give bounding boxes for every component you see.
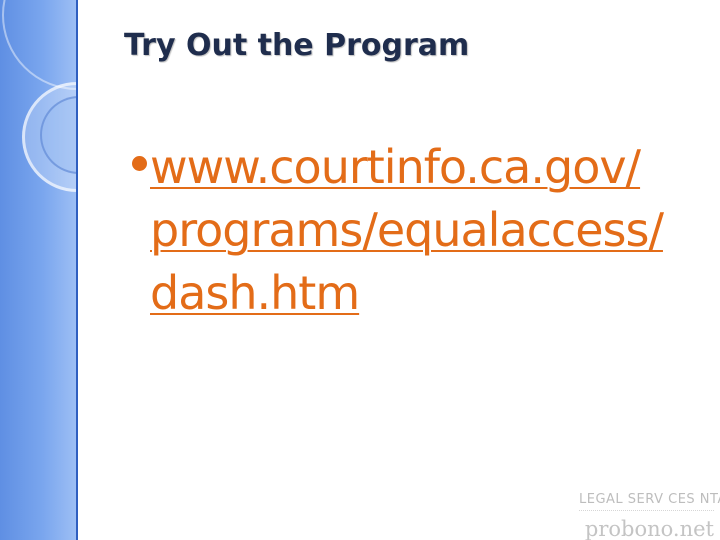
program-url-link[interactable]: www.courtinfo.ca.gov/ programs/equalacce… bbox=[150, 136, 712, 325]
logo-bottom-text: probono.net bbox=[584, 517, 714, 540]
url-line: www.courtinfo.ca.gov/ bbox=[150, 140, 641, 194]
decorative-circle bbox=[2, 0, 78, 90]
logo-top-text: LEGAL SERV CES NTAP bbox=[579, 492, 720, 507]
url-line: dash.htm bbox=[150, 266, 360, 320]
decorative-sidebar bbox=[0, 0, 78, 540]
url-line: programs/equalaccess/ bbox=[150, 203, 664, 257]
sidebar-edge-line bbox=[76, 0, 78, 540]
watermark-logo: LEGAL SERV CES NTAP probono.net bbox=[579, 492, 720, 540]
slide-title: Try Out the Program bbox=[124, 28, 470, 63]
bullet-item: www.courtinfo.ca.gov/ programs/equalacce… bbox=[132, 136, 712, 325]
slide: Try Out the Program www.courtinfo.ca.gov… bbox=[0, 0, 720, 540]
bullet-dot-icon bbox=[132, 156, 147, 171]
logo-divider bbox=[579, 510, 714, 517]
